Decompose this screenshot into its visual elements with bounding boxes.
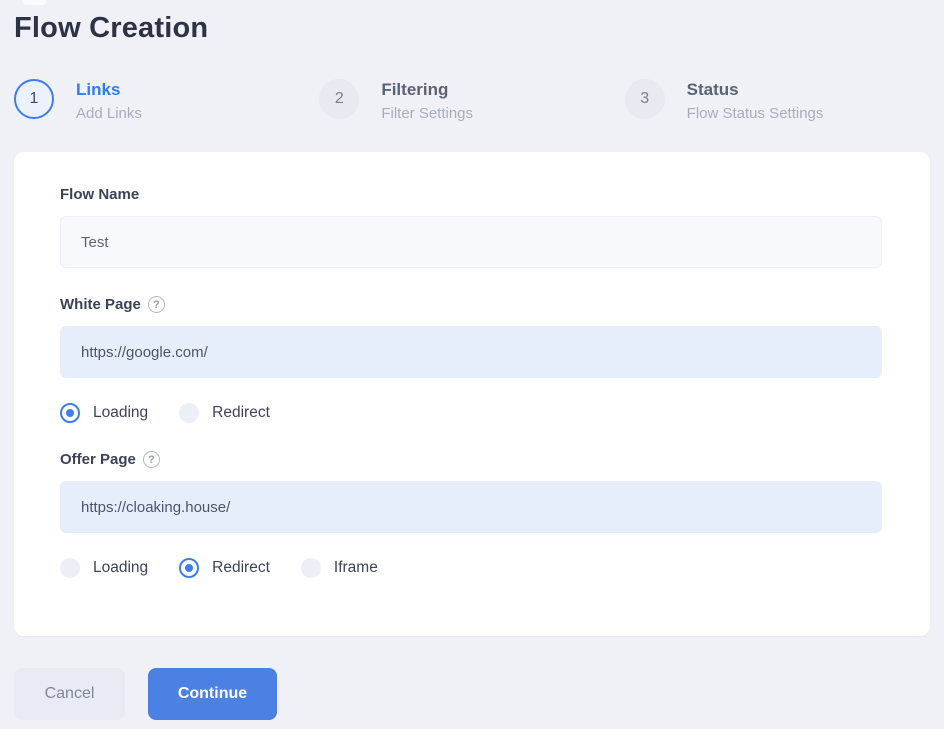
radio-label: Redirect bbox=[212, 559, 270, 577]
step-1-text: Links Add Links bbox=[76, 79, 142, 122]
offer-page-label: Offer Page ? bbox=[60, 451, 882, 468]
step-3-title: Status bbox=[687, 80, 824, 100]
step-1-badge: 1 bbox=[14, 79, 54, 119]
step-links[interactable]: 1 Links Add Links bbox=[14, 79, 319, 122]
offer-page-iframe-radio[interactable]: Iframe bbox=[301, 558, 378, 578]
radio-icon bbox=[301, 558, 321, 578]
white-page-group: White Page ? Loading Redirect bbox=[60, 296, 882, 423]
step-2-title: Filtering bbox=[381, 80, 473, 100]
question-mark-icon[interactable]: ? bbox=[148, 296, 165, 313]
step-filtering[interactable]: 2 Filtering Filter Settings bbox=[319, 79, 624, 122]
step-2-badge: 2 bbox=[319, 79, 359, 119]
white-page-url-input[interactable] bbox=[60, 326, 882, 378]
white-page-redirect-radio[interactable]: Redirect bbox=[179, 403, 270, 423]
continue-button[interactable]: Continue bbox=[148, 668, 277, 720]
stepper: 1 Links Add Links 2 Filtering Filter Set… bbox=[14, 79, 930, 122]
page-title: Flow Creation bbox=[14, 8, 930, 45]
step-status[interactable]: 3 Status Flow Status Settings bbox=[625, 79, 930, 122]
step-1-title: Links bbox=[76, 80, 142, 100]
flow-creation-page: Flow Creation 1 Links Add Links 2 Filter… bbox=[0, 0, 944, 720]
links-form-card: Flow Name White Page ? Loading Redirect bbox=[14, 152, 930, 636]
offer-page-loading-radio[interactable]: Loading bbox=[60, 558, 148, 578]
step-2-subtitle: Filter Settings bbox=[381, 105, 473, 122]
cancel-button[interactable]: Cancel bbox=[14, 668, 125, 720]
form-actions: Cancel Continue bbox=[14, 668, 930, 720]
offer-page-redirect-radio[interactable]: Redirect bbox=[179, 558, 270, 578]
radio-icon bbox=[179, 558, 199, 578]
step-3-subtitle: Flow Status Settings bbox=[687, 105, 824, 122]
step-1-subtitle: Add Links bbox=[76, 105, 142, 122]
question-mark-icon[interactable]: ? bbox=[143, 451, 160, 468]
radio-icon bbox=[60, 558, 80, 578]
step-2-text: Filtering Filter Settings bbox=[381, 79, 473, 122]
offer-page-url-input[interactable] bbox=[60, 481, 882, 533]
step-3-badge: 3 bbox=[625, 79, 665, 119]
flow-name-group: Flow Name bbox=[60, 186, 882, 268]
radio-label: Redirect bbox=[212, 404, 270, 422]
radio-icon bbox=[179, 403, 199, 423]
flow-name-label-text: Flow Name bbox=[60, 186, 139, 203]
white-page-label: White Page ? bbox=[60, 296, 882, 313]
step-3-text: Status Flow Status Settings bbox=[687, 79, 824, 122]
radio-label: Loading bbox=[93, 559, 148, 577]
radio-icon bbox=[60, 403, 80, 423]
flow-name-label: Flow Name bbox=[60, 186, 882, 203]
white-page-label-text: White Page bbox=[60, 296, 141, 313]
white-page-mode-radio-group: Loading Redirect bbox=[60, 403, 882, 423]
offer-page-label-text: Offer Page bbox=[60, 451, 136, 468]
radio-label: Loading bbox=[93, 404, 148, 422]
white-page-loading-radio[interactable]: Loading bbox=[60, 403, 148, 423]
offer-page-group: Offer Page ? Loading Redirect Iframe bbox=[60, 451, 882, 578]
flow-name-input[interactable] bbox=[60, 216, 882, 268]
offer-page-mode-radio-group: Loading Redirect Iframe bbox=[60, 558, 882, 578]
radio-label: Iframe bbox=[334, 559, 378, 577]
